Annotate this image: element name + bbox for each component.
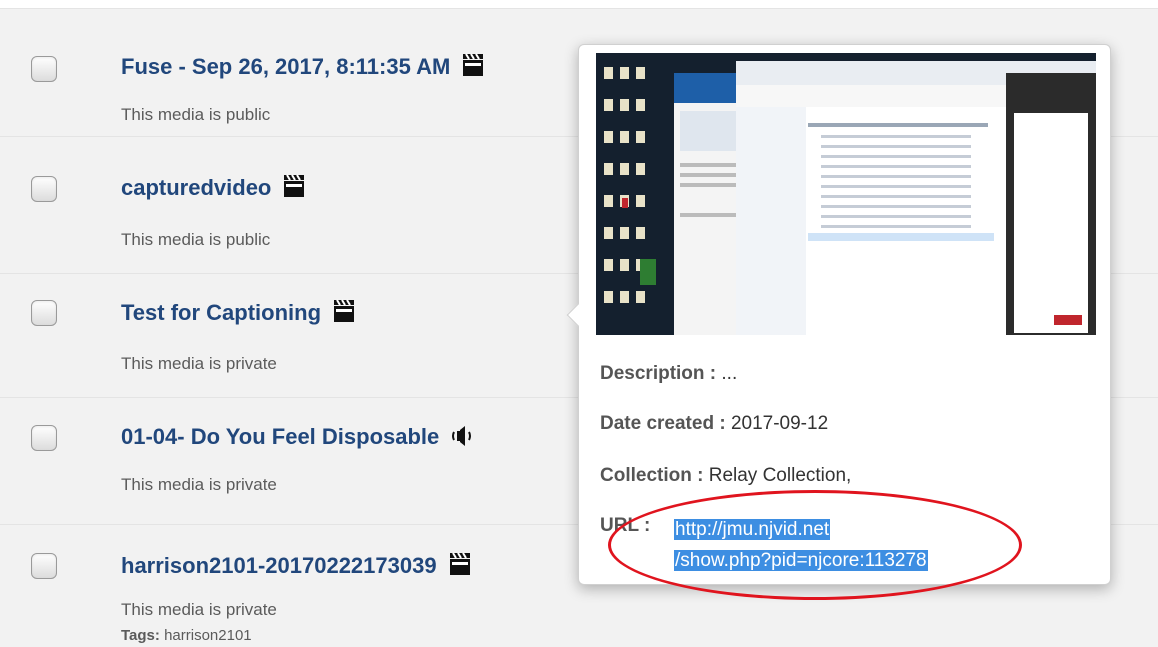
date-created-label: Date created : xyxy=(600,413,726,434)
media-visibility-status: This media is private xyxy=(121,354,277,373)
description-line: Description : ... xyxy=(600,363,737,385)
media-title-link[interactable]: Fuse - Sep 26, 2017, 8:11:35 AM xyxy=(121,53,484,83)
film-clapper-icon xyxy=(462,53,484,83)
url-line-1[interactable]: http://jmu.njvid.net xyxy=(674,519,831,540)
select-checkbox[interactable] xyxy=(31,425,57,451)
media-title-link[interactable]: Test for Captioning xyxy=(121,299,355,329)
media-thumbnail xyxy=(596,53,1096,335)
media-title-link[interactable]: 01-04- Do You Feel Disposable xyxy=(121,424,473,453)
media-visibility-status: This media is private xyxy=(121,475,277,494)
select-checkbox[interactable] xyxy=(31,56,57,82)
audio-speaker-icon xyxy=(451,425,473,453)
select-checkbox[interactable] xyxy=(31,176,57,202)
url-line-2[interactable]: /show.php?pid=njcore:113278 xyxy=(674,550,928,571)
film-clapper-icon xyxy=(283,174,305,204)
film-clapper-icon xyxy=(449,552,471,582)
media-title-link[interactable]: harrison2101-20170222173039 xyxy=(121,552,471,582)
collection-value: Relay Collection, xyxy=(708,465,852,486)
date-created-line: Date created : 2017-09-12 xyxy=(600,413,828,435)
tags-label: Tags: xyxy=(121,627,160,644)
media-url-link[interactable]: http://jmu.njvid.net /show.php?pid=njcor… xyxy=(674,514,994,576)
media-visibility-status: This media is private xyxy=(121,600,277,619)
tag-link[interactable]: harrison2101 xyxy=(164,627,252,644)
film-clapper-icon xyxy=(333,299,355,329)
media-visibility-status: This media is public xyxy=(121,230,271,249)
media-tags: Tags: harrison2101 xyxy=(121,627,252,644)
date-created-value: 2017-09-12 xyxy=(730,413,829,434)
url-label: URL : xyxy=(600,515,651,536)
select-checkbox[interactable] xyxy=(31,553,57,579)
media-info-popover: Description : ... Date created : 2017-09… xyxy=(566,44,1111,585)
list-top-edge xyxy=(0,0,1158,8)
description-label: Description : xyxy=(600,363,717,384)
media-visibility-status: This media is public xyxy=(121,105,271,124)
media-title-link[interactable]: capturedvideo xyxy=(121,174,305,204)
description-value: ... xyxy=(721,363,738,384)
collection-line: Collection : Relay Collection, xyxy=(600,465,851,487)
select-checkbox[interactable] xyxy=(31,300,57,326)
collection-label: Collection : xyxy=(600,465,704,486)
